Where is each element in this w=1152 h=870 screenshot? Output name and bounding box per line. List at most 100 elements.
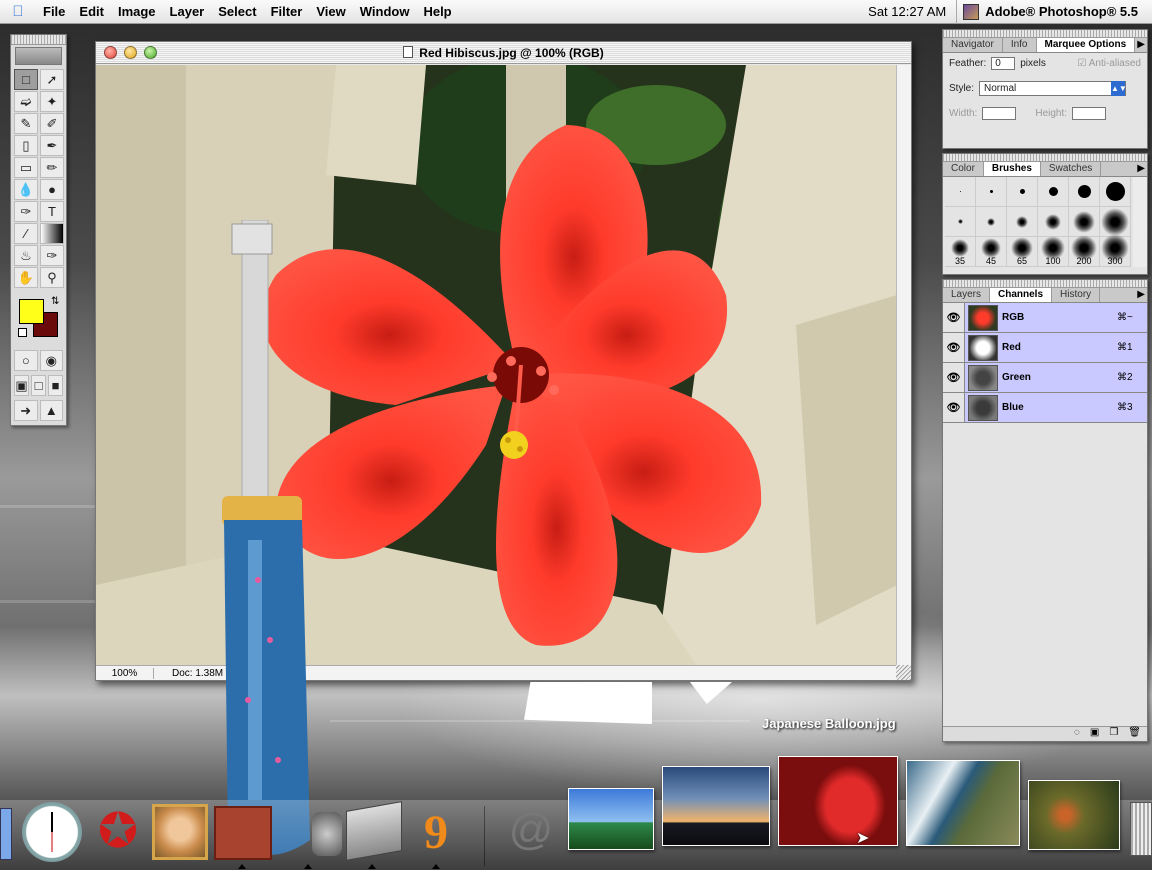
default-colors-icon[interactable] bbox=[18, 328, 27, 337]
menu-layer[interactable]: Layer bbox=[163, 0, 212, 24]
trash-icon[interactable]: 🗑 bbox=[1128, 727, 1141, 741]
standard-mode-icon[interactable]: ○ bbox=[14, 350, 38, 371]
acrobat-icon[interactable]: ✪ bbox=[90, 802, 146, 860]
resize-handle[interactable] bbox=[896, 665, 911, 680]
brush-tip[interactable] bbox=[1100, 177, 1131, 207]
blur-icon[interactable]: 💧 bbox=[14, 179, 38, 200]
full-screen-icon[interactable]: ■ bbox=[48, 375, 63, 396]
menu-image[interactable]: Image bbox=[111, 0, 163, 24]
palette-menu-arrow-icon[interactable]: ▶ bbox=[1137, 163, 1145, 174]
standard-screen-icon[interactable]: ▣ bbox=[14, 375, 29, 396]
zoom-icon[interactable]: ⚲ bbox=[40, 267, 64, 288]
apple-icon[interactable]:  bbox=[0, 3, 36, 20]
palette-grip[interactable] bbox=[943, 30, 1147, 38]
document-proxy-icon[interactable] bbox=[403, 46, 414, 58]
menu-window[interactable]: Window bbox=[353, 0, 417, 24]
zoom-level-field[interactable]: 100% bbox=[96, 667, 154, 679]
height-field[interactable] bbox=[1072, 107, 1107, 120]
adobe-online-icon[interactable]: ▲ bbox=[39, 400, 63, 421]
save-selection-icon[interactable]: ▣ bbox=[1090, 727, 1099, 741]
palette-menu-arrow-icon[interactable]: ▶ bbox=[1137, 39, 1145, 50]
marquee-icon[interactable]: □ bbox=[14, 69, 38, 90]
paintbrush-icon[interactable]: ✐ bbox=[40, 113, 64, 134]
menu-view[interactable]: View bbox=[309, 0, 352, 24]
brush-tip[interactable] bbox=[1069, 207, 1100, 237]
menu-select[interactable]: Select bbox=[211, 0, 263, 24]
antialiased-checkbox[interactable]: ☑ Anti-aliased bbox=[1078, 58, 1141, 69]
tab-color[interactable]: Color bbox=[943, 162, 984, 176]
feather-field[interactable]: 0 bbox=[991, 57, 1016, 70]
os9-icon[interactable]: 9 bbox=[410, 804, 462, 860]
hand-icon[interactable]: ✋ bbox=[14, 267, 38, 288]
brush-tip[interactable] bbox=[1100, 207, 1131, 237]
new-channel-icon[interactable]: ❐ bbox=[1109, 727, 1118, 741]
brush-tip[interactable]: 45 bbox=[976, 237, 1007, 267]
mail-icon[interactable]: @ bbox=[506, 800, 556, 860]
minimize-button[interactable] bbox=[124, 46, 137, 59]
eyedropper-icon[interactable]: ✑ bbox=[40, 245, 64, 266]
system-preferences-icon[interactable] bbox=[346, 801, 402, 861]
brush-tip[interactable] bbox=[1007, 207, 1038, 237]
jump-to-imageready-icon[interactable]: ➜ bbox=[14, 400, 38, 421]
pencil-icon[interactable]: ✏ bbox=[40, 157, 64, 178]
dock-photo-sunset-palm[interactable] bbox=[662, 766, 770, 846]
dock-photo-koi-pond[interactable] bbox=[1028, 780, 1120, 850]
tab-info[interactable]: Info bbox=[1003, 38, 1037, 52]
brush-tip[interactable]: 100 bbox=[1038, 235, 1069, 267]
close-button[interactable] bbox=[104, 46, 117, 59]
brush-tip[interactable]: 300 bbox=[1100, 233, 1131, 267]
document-dock-icon[interactable] bbox=[214, 806, 272, 860]
channel-row-red[interactable]: 👁 Red ⌘1 bbox=[943, 333, 1147, 363]
application-menu[interactable]: Adobe® Photoshop® 5.5 bbox=[956, 0, 1152, 24]
paint-bucket-icon[interactable]: ♨ bbox=[14, 245, 38, 266]
magic-wand-icon[interactable]: ✦ bbox=[40, 91, 64, 112]
brush-tip[interactable] bbox=[1038, 207, 1069, 237]
finder-icon[interactable] bbox=[0, 808, 12, 860]
document-title-bar[interactable]: Red Hibiscus.jpg @ 100% (RGB) bbox=[96, 42, 911, 64]
menu-edit[interactable]: Edit bbox=[72, 0, 111, 24]
burn-icon[interactable]: ● bbox=[40, 179, 64, 200]
lasso-icon[interactable]: ➫ bbox=[14, 91, 38, 112]
tab-layers[interactable]: Layers bbox=[943, 288, 991, 302]
history-brush-icon[interactable]: ✒ bbox=[40, 135, 64, 156]
palette-grip[interactable] bbox=[943, 280, 1147, 288]
channel-row-blue[interactable]: 👁 Blue ⌘3 bbox=[943, 393, 1147, 423]
brush-tip[interactable] bbox=[1007, 177, 1038, 207]
zoom-button[interactable] bbox=[144, 46, 157, 59]
brush-tip[interactable] bbox=[1069, 177, 1100, 207]
channel-row-green[interactable]: 👁 Green ⌘2 bbox=[943, 363, 1147, 393]
airbrush-icon[interactable]: ✎ bbox=[14, 113, 38, 134]
palette-grip[interactable] bbox=[943, 154, 1147, 162]
tab-marquee-options[interactable]: Marquee Options bbox=[1036, 38, 1136, 52]
vertical-scrollbar[interactable] bbox=[896, 65, 911, 665]
brush-tip[interactable]: 65 bbox=[1007, 236, 1038, 267]
palette-menu-arrow-icon[interactable]: ▶ bbox=[1137, 289, 1145, 300]
foreground-color-swatch[interactable] bbox=[19, 299, 44, 324]
brush-tip[interactable] bbox=[1038, 177, 1069, 207]
sherlock-icon[interactable] bbox=[312, 812, 342, 856]
eye-icon[interactable]: 👁 bbox=[943, 333, 965, 362]
tab-brushes[interactable]: Brushes bbox=[983, 162, 1041, 176]
palette-grip[interactable] bbox=[11, 35, 66, 45]
load-selection-icon[interactable]: ◌ bbox=[1074, 727, 1080, 741]
tab-swatches[interactable]: Swatches bbox=[1041, 162, 1102, 176]
trash-dock-icon[interactable] bbox=[1130, 802, 1152, 856]
brush-tip[interactable] bbox=[945, 177, 976, 207]
menubar-clock[interactable]: Sat 12:27 AM bbox=[868, 4, 956, 19]
tab-history[interactable]: History bbox=[1052, 288, 1101, 302]
dock-photo-palm-beach[interactable] bbox=[568, 788, 654, 850]
brush-tip[interactable] bbox=[976, 207, 1007, 237]
full-screen-menu-icon[interactable]: □ bbox=[31, 375, 46, 396]
brush-tip[interactable]: 35 bbox=[945, 237, 976, 267]
measure-icon[interactable]: ∕ bbox=[14, 223, 38, 244]
eye-icon[interactable]: 👁 bbox=[943, 363, 965, 392]
clock-icon[interactable] bbox=[22, 802, 82, 862]
width-field[interactable] bbox=[982, 107, 1017, 120]
brush-tip[interactable]: 200 bbox=[1069, 234, 1100, 267]
document-size-info[interactable]: Doc: 1.38M bbox=[154, 668, 223, 679]
menu-filter[interactable]: Filter bbox=[264, 0, 310, 24]
quick-mask-icon[interactable]: ◉ bbox=[39, 350, 63, 371]
menu-help[interactable]: Help bbox=[416, 0, 458, 24]
gradient-icon[interactable] bbox=[40, 223, 64, 244]
desktop-file-label[interactable]: Japanese Balloon.jpg bbox=[762, 716, 896, 731]
